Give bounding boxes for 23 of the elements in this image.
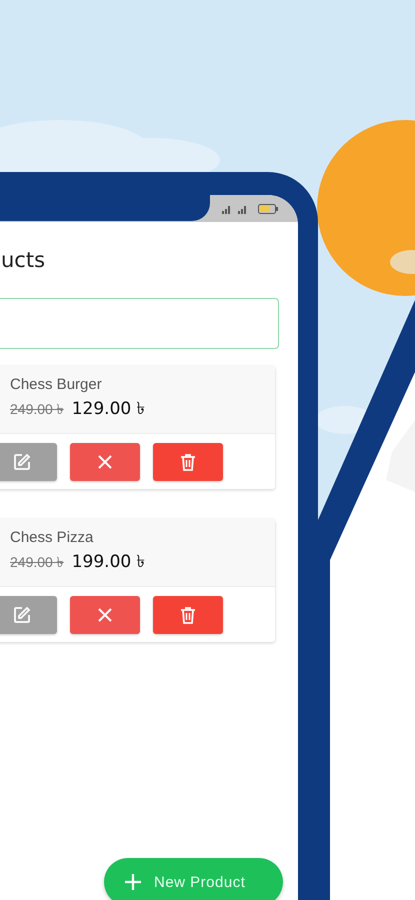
page-title: ucts bbox=[1, 248, 46, 274]
trash-icon bbox=[180, 606, 196, 624]
product-name: Chess Burger bbox=[10, 376, 103, 393]
close-icon bbox=[97, 454, 113, 470]
old-price: 249.00 ৳ bbox=[10, 400, 64, 419]
search-field[interactable] bbox=[0, 298, 279, 349]
new-product-button[interactable]: New Product bbox=[104, 858, 283, 900]
old-price: 249.00 ৳ bbox=[10, 553, 64, 572]
product-name: Chess Pizza bbox=[10, 529, 94, 546]
cancel-button[interactable] bbox=[70, 443, 140, 481]
trash-icon bbox=[180, 453, 196, 471]
cancel-button[interactable] bbox=[70, 596, 140, 634]
price: 129.00 ৳ bbox=[72, 398, 145, 421]
edit-button[interactable] bbox=[0, 443, 57, 481]
price: 199.00 ৳ bbox=[72, 551, 145, 574]
edit-button[interactable] bbox=[0, 596, 57, 634]
close-icon bbox=[97, 607, 113, 623]
plus-icon bbox=[124, 873, 142, 891]
edit-icon bbox=[13, 606, 31, 624]
edit-icon bbox=[13, 453, 31, 471]
delete-button[interactable] bbox=[153, 596, 223, 634]
delete-button[interactable] bbox=[153, 443, 223, 481]
battery-icon bbox=[258, 204, 278, 214]
